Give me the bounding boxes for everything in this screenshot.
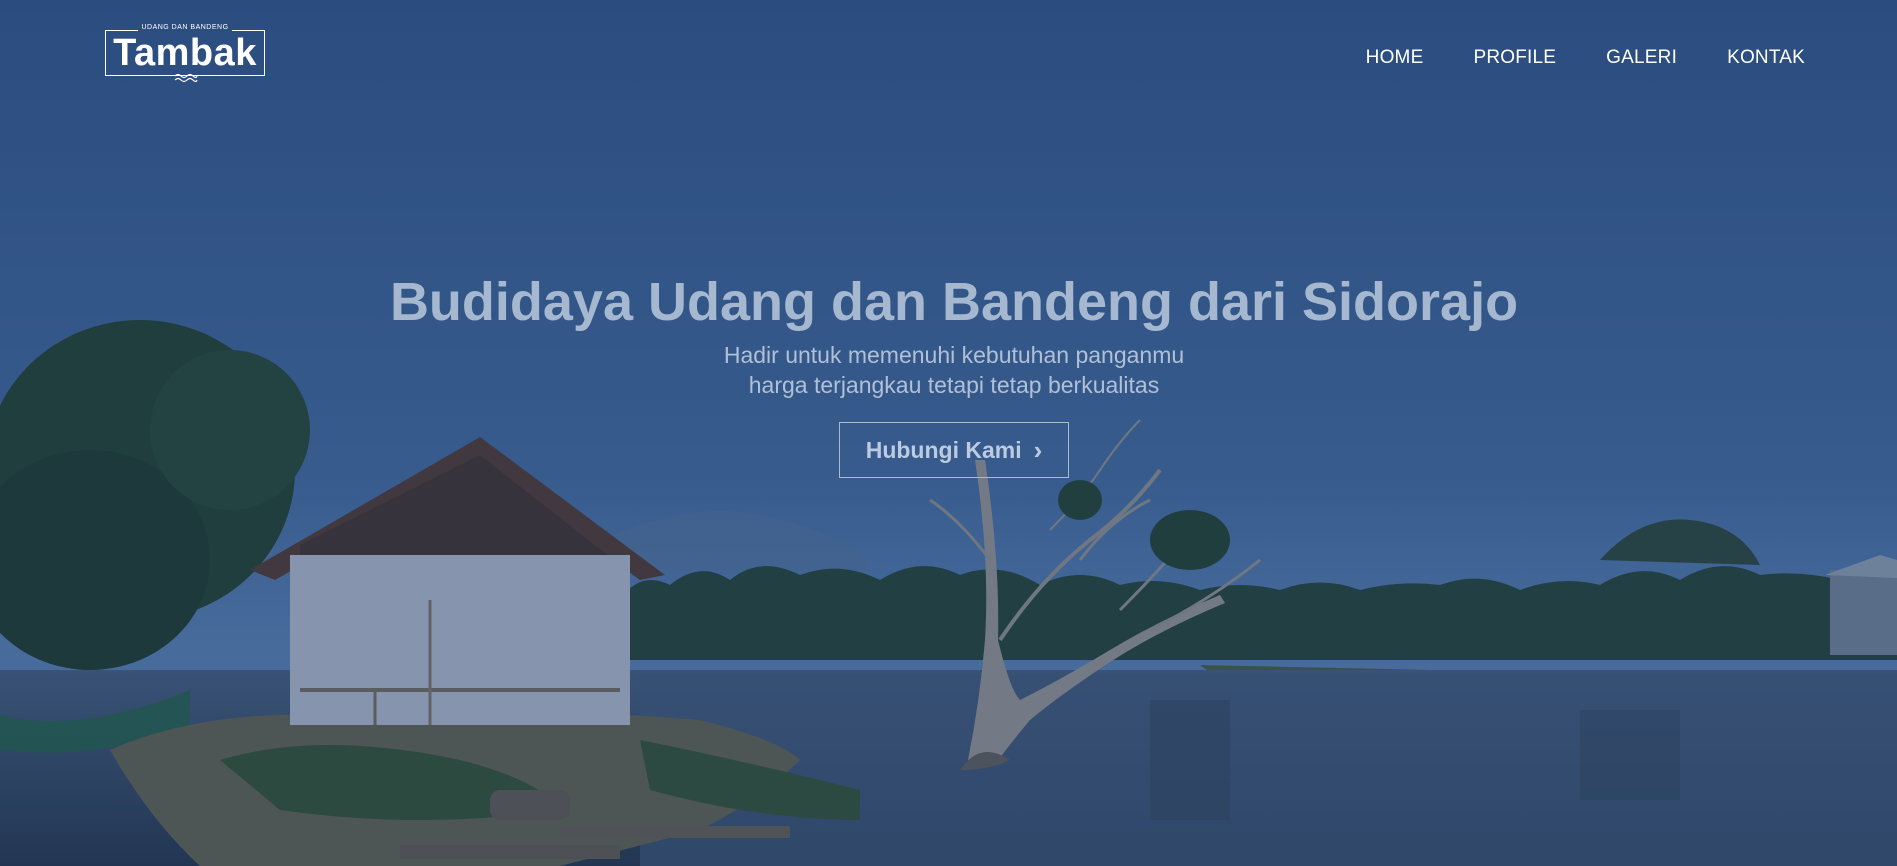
- hero-subline-line-2: harga terjangkau tetapi tetap berkualita…: [748, 372, 1160, 398]
- hero-subline: Hadir untuk memenuhi kebutuhan panganmu …: [0, 340, 1897, 400]
- nav-home[interactable]: HOME: [1366, 47, 1424, 69]
- logo-tagline-text: UDANG DAN BANDENG: [138, 24, 232, 31]
- hero-subline-line-1: Hadir untuk memenuhi kebutuhan panganmu: [723, 342, 1185, 368]
- hero-headline: Budidaya Udang dan Bandeng dari Sidorajo: [389, 272, 1519, 332]
- logo[interactable]: UDANG DAN BANDENG Tambak: [105, 24, 265, 83]
- contact-button-label: Hubungi Kami: [865, 436, 1022, 463]
- nav-galeri[interactable]: GALERI: [1606, 47, 1677, 69]
- main-nav: HOME PROFILE GALERI KONTAK: [1366, 47, 1805, 69]
- chevron-right-icon: ›: [1033, 435, 1043, 465]
- navbar: UDANG DAN BANDENG Tambak HOME PROFILE GA…: [0, 0, 1897, 110]
- nav-kontak[interactable]: KONTAK: [1727, 47, 1805, 69]
- wave-icon: [174, 73, 198, 83]
- logo-tagline: UDANG DAN BANDENG: [106, 24, 264, 31]
- hero-content: Budidaya Udang dan Bandeng dari Sidorajo…: [0, 268, 1897, 478]
- contact-button[interactable]: Hubungi Kami ›: [838, 422, 1070, 478]
- nav-profile[interactable]: PROFILE: [1473, 47, 1556, 69]
- logo-name: Tambak: [113, 32, 257, 74]
